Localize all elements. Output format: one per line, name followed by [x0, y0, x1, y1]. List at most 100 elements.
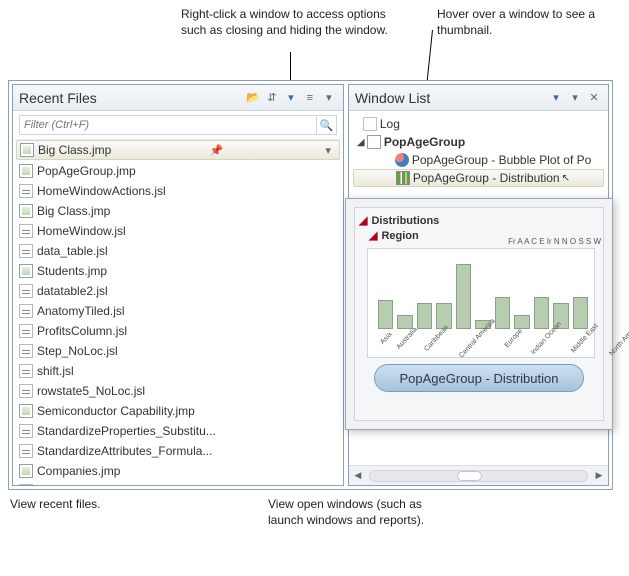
scroll-left-icon[interactable]: ◀	[349, 467, 367, 485]
filter-funnel-icon[interactable]: ▾	[548, 90, 564, 106]
chart-bar	[573, 297, 588, 329]
file-name: Step_NoLoc.jsl	[37, 344, 118, 358]
tree-item-distribution[interactable]: PopAgeGroup - Distribution ↖	[353, 169, 604, 187]
file-row[interactable]: shift.jsl	[13, 361, 343, 381]
file-row[interactable]: Semiconductor Capability.jmp	[13, 401, 343, 421]
jsl-file-icon	[19, 484, 33, 485]
pinned-file-name: Big Class.jmp	[38, 143, 111, 157]
file-row[interactable]: Companies.jmp	[13, 461, 343, 481]
scrollbar-thumb[interactable]	[457, 471, 482, 481]
disclosure-open-icon[interactable]: ◢	[357, 137, 367, 148]
file-name: ProfitsSalesColumns.jsl	[37, 484, 163, 485]
file-name: StandardizeProperties_Substitu...	[37, 424, 216, 438]
tree-item-label: PopAgeGroup - Distribution	[413, 171, 560, 185]
file-row[interactable]: ProfitsColumn.jsl	[13, 321, 343, 341]
file-row[interactable]: Big Class.jmp	[13, 201, 343, 221]
jmp-file-icon	[19, 264, 33, 278]
annotation-right-click: Right-click a window to access options s…	[181, 6, 391, 38]
file-name: HomeWindow.jsl	[37, 224, 126, 238]
jmp-file-icon	[19, 464, 33, 478]
file-row[interactable]: HomeWindow.jsl	[13, 221, 343, 241]
recent-files-title: Recent Files	[19, 90, 245, 106]
file-row[interactable]: Students.jmp	[13, 261, 343, 281]
log-icon	[363, 117, 377, 131]
jmp-file-icon	[19, 204, 33, 218]
file-name: rowstate5_NoLoc.jsl	[37, 384, 145, 398]
chart-x-labels: AsiaAustraliaCaribbeanCentral AmericaEur…	[378, 329, 588, 357]
distribution-chart: AsiaAustraliaCaribbeanCentral AmericaEur…	[367, 248, 595, 358]
list-options-icon[interactable]: ≡	[302, 90, 318, 106]
file-name: Big Class.jmp	[37, 204, 110, 218]
file-name: Companies.jmp	[37, 464, 120, 478]
jsl-file-icon	[19, 364, 33, 378]
jsl-file-icon	[19, 244, 33, 258]
tree-item-label: PopAgeGroup - Bubble Plot of Po	[412, 153, 591, 167]
file-row[interactable]: rowstate5_NoLoc.jsl	[13, 381, 343, 401]
chevron-down-icon[interactable]: ▾	[321, 90, 337, 106]
jsl-file-icon	[19, 184, 33, 198]
file-row[interactable]: StandardizeAttributes_Formula...	[13, 441, 343, 461]
jsl-file-icon	[19, 344, 33, 358]
file-row[interactable]: datatable2.jsl	[13, 281, 343, 301]
file-row[interactable]: PopAgeGroup.jmp	[13, 161, 343, 181]
disclosure-open-icon: ◢	[359, 214, 367, 227]
annotation-open-windows: View open windows (such as launch window…	[268, 496, 458, 528]
distribution-icon	[396, 171, 410, 185]
tooltip-body: ◢ Distributions ◢ Region AsiaAustraliaCa…	[354, 207, 604, 421]
file-row[interactable]: HomeWindowActions.jsl	[13, 181, 343, 201]
cursor-arrow-icon: ↖	[562, 173, 570, 184]
chart-bar	[456, 264, 471, 329]
jmp-file-icon	[19, 404, 33, 418]
annotation-hover: Hover over a window to see a thumbnail.	[437, 6, 617, 38]
file-name: datatable2.jsl	[37, 284, 108, 298]
section-label: Region	[381, 230, 418, 242]
recent-files-list: PopAgeGroup.jmp HomeWindowActions.jsl Big …	[13, 160, 343, 485]
filter-input[interactable]	[19, 115, 317, 135]
search-icon[interactable]: 🔍	[317, 115, 337, 135]
file-row[interactable]: data_table.jsl	[13, 241, 343, 261]
window-list-header: Window List ▾ ▾ ✕	[349, 85, 608, 111]
jsl-file-icon	[19, 324, 33, 338]
chart-x-label: Indian Ocean	[529, 321, 578, 371]
chart-bar	[397, 315, 412, 329]
tree-item-label: Log	[380, 117, 400, 131]
window-list-toolbar: ▾ ▾ ✕	[548, 90, 602, 106]
sort-icon[interactable]: ⇵	[264, 90, 280, 106]
scroll-right-icon[interactable]: ▶	[590, 467, 608, 485]
file-row[interactable]: Step_NoLoc.jsl	[13, 341, 343, 361]
tree-item-root[interactable]: ◢ PopAgeGroup	[353, 133, 604, 151]
tree-item-bubble-plot[interactable]: PopAgeGroup - Bubble Plot of Po	[353, 151, 604, 169]
chart-bar	[514, 315, 529, 329]
file-name: AnatomyTiled.jsl	[37, 304, 125, 318]
file-name: Semiconductor Capability.jmp	[37, 404, 195, 418]
horizontal-scrollbar[interactable]: ◀ ▶	[349, 465, 608, 485]
tree-item-label: PopAgeGroup	[384, 135, 465, 149]
tree-item-log[interactable]: Log	[353, 115, 604, 133]
chart-x-label: Middle East	[570, 323, 615, 369]
close-icon[interactable]: ✕	[586, 90, 602, 106]
chevron-down-icon[interactable]: ▾	[567, 90, 583, 106]
filter-row: 🔍	[13, 111, 343, 140]
chart-x-label: Caribbean	[423, 324, 465, 367]
bubble-plot-icon	[395, 153, 409, 167]
chevron-down-icon[interactable]: ▾	[321, 144, 335, 157]
file-name: HomeWindowActions.jsl	[37, 184, 166, 198]
data-table-icon	[367, 135, 381, 149]
frequency-table-strip: Fr A A C E Ir N N O S S W	[508, 236, 601, 249]
scrollbar-track[interactable]	[369, 470, 588, 482]
file-name: Students.jmp	[37, 264, 107, 278]
file-row[interactable]: StandardizeProperties_Substitu...	[13, 421, 343, 441]
pin-icon[interactable]: 📌	[205, 144, 227, 157]
file-name: data_table.jsl	[37, 244, 108, 258]
jsl-file-icon	[19, 284, 33, 298]
file-name: shift.jsl	[37, 364, 74, 378]
file-row[interactable]: AnatomyTiled.jsl	[13, 301, 343, 321]
open-folder-icon[interactable]: 📂	[245, 90, 261, 106]
thumbnail-tooltip: ◢ Distributions ◢ Region AsiaAustraliaCa…	[345, 198, 613, 430]
filter-funnel-icon[interactable]: ▾	[283, 90, 299, 106]
recent-files-toolbar: 📂 ⇵ ▾ ≡ ▾	[245, 90, 337, 106]
annotation-recent-files: View recent files.	[10, 496, 160, 512]
file-row[interactable]: ProfitsSalesColumns.jsl	[13, 481, 343, 485]
connector-line	[290, 52, 291, 80]
pinned-file-row[interactable]: Big Class.jmp 📌 ▾	[16, 140, 340, 160]
